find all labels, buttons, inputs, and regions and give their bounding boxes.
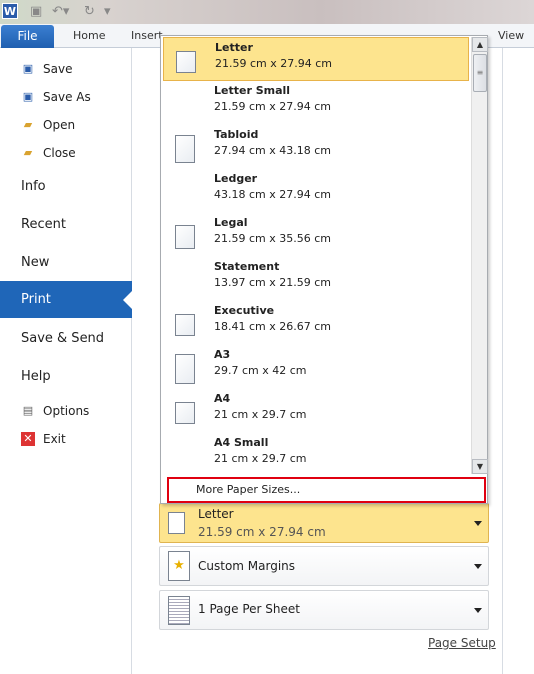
paper-name: A3 — [214, 348, 231, 361]
paper-dims: 21.59 cm x 35.56 cm — [214, 232, 332, 245]
paper-dims: 21 cm x 29.7 cm — [214, 452, 307, 465]
pages-per-sheet-dropdown[interactable]: 1 Page Per Sheet — [159, 590, 489, 630]
paper-size-item[interactable]: A4 21 cm x 29.7 cm — [163, 389, 469, 433]
page-icon — [175, 354, 195, 384]
sidebar-item-options[interactable]: ▤ Options — [0, 402, 132, 420]
margins-label: Custom Margins — [198, 559, 296, 573]
paper-name: A4 Small — [214, 436, 269, 449]
paper-dims: 43.18 cm x 27.94 cm — [214, 188, 332, 201]
scroll-up-icon[interactable]: ▲ — [472, 37, 488, 52]
paper-name: Executive — [214, 304, 275, 317]
label: Save — [43, 62, 73, 76]
paper-size-dropdown[interactable]: Letter 21.59 cm x 27.94 cm — [159, 503, 489, 543]
scroll-down-icon[interactable]: ▼ — [472, 459, 488, 474]
chevron-down-icon — [474, 521, 482, 530]
customize-toolbar-icon[interactable]: ▾ — [104, 4, 111, 19]
paper-name: Letter — [198, 507, 234, 521]
paper-name: Tabloid — [214, 128, 259, 141]
paper-size-item[interactable]: Letter Small 21.59 cm x 27.94 cm — [163, 81, 469, 125]
label: Options — [43, 404, 90, 418]
page-icon — [176, 51, 196, 73]
sidebar-item-save-as[interactable]: ▣ Save As — [0, 88, 132, 106]
sidebar-item-exit[interactable]: ✕ Exit — [0, 430, 132, 448]
redo-icon[interactable]: ↻ — [84, 4, 95, 19]
backstage-sidebar: ▣ Save ▣ Save As ▰ Open ▰ Close Info Recent … — [0, 48, 132, 674]
paper-dims: 27.94 cm x 43.18 cm — [214, 144, 332, 157]
sidebar-item-open[interactable]: ▰ Open — [0, 116, 132, 134]
paper-dims: 21.59 cm x 27.94 cm — [215, 57, 333, 70]
paper-size-item[interactable]: A3 29.7 cm x 42 cm — [163, 345, 469, 389]
sidebar-item-new[interactable]: New — [0, 251, 132, 273]
page-icon — [175, 402, 195, 424]
page-icon — [175, 314, 195, 336]
save-as-icon: ▣ — [22, 90, 34, 103]
tab-home[interactable]: Home — [73, 29, 105, 42]
chevron-down-icon — [474, 564, 482, 573]
sidebar-item-close[interactable]: ▰ Close — [0, 144, 132, 162]
word-logo-icon: W — [2, 3, 18, 19]
more-paper-sizes-button[interactable]: More Paper Sizes... — [167, 477, 486, 503]
sidebar-item-save-send[interactable]: Save & Send — [0, 327, 132, 349]
label: Close — [43, 146, 76, 160]
paper-dims: 21.59 cm x 27.94 cm — [214, 100, 332, 113]
paper-name: A4 — [214, 392, 231, 405]
close-folder-icon: ▰ — [23, 146, 33, 159]
divider — [502, 48, 503, 674]
margins-star-icon: ★ — [168, 551, 190, 581]
paper-size-item[interactable]: Executive 18.41 cm x 26.67 cm — [163, 301, 469, 345]
paper-dims: 29.7 cm x 42 cm — [214, 364, 307, 377]
paper-name: Ledger — [214, 172, 258, 185]
page-icon — [175, 225, 195, 249]
save-icon[interactable]: ▣ — [30, 4, 42, 19]
sidebar-item-info[interactable]: Info — [0, 175, 132, 197]
undo-icon[interactable]: ↶▾ — [52, 4, 69, 19]
scrollbar[interactable]: ▲ ≡ ▼ — [471, 37, 488, 474]
margins-dropdown[interactable]: ★ Custom Margins — [159, 546, 489, 586]
exit-icon: ✕ — [21, 432, 35, 446]
chevron-down-icon — [474, 608, 482, 617]
tab-insert[interactable]: Insert — [131, 29, 163, 42]
open-folder-icon: ▰ — [23, 118, 33, 131]
quick-access-toolbar: W ▣ ↶▾ ↻ ▾ — [0, 0, 534, 24]
paper-name: Letter Small — [214, 84, 291, 97]
save-icon: ▣ — [22, 62, 34, 75]
page-setup-link[interactable]: Page Setup — [428, 636, 496, 650]
paper-dims: 13.97 cm x 21.59 cm — [214, 276, 332, 289]
sidebar-item-recent[interactable]: Recent — [0, 213, 132, 235]
paper-size-item[interactable]: Letter 21.59 cm x 27.94 cm — [163, 37, 469, 81]
sidebar-item-save[interactable]: ▣ Save — [0, 60, 132, 78]
paper-size-item[interactable]: Statement 13.97 cm x 21.59 cm — [163, 257, 469, 301]
paper-size-menu: Letter 21.59 cm x 27.94 cm Letter Small 21.… — [160, 35, 488, 504]
sidebar-item-print[interactable]: Print — [0, 281, 132, 318]
paper-size-item[interactable]: A4 Small 21 cm x 29.7 cm — [163, 433, 469, 477]
label: Open — [43, 118, 76, 132]
sidebar-item-help[interactable]: Help — [0, 365, 132, 387]
tab-file[interactable]: File — [1, 25, 54, 48]
label: Exit — [43, 432, 66, 446]
paper-name: Legal — [214, 216, 248, 229]
pages-per-sheet-label: 1 Page Per Sheet — [198, 602, 300, 616]
paper-dims: 18.41 cm x 26.67 cm — [214, 320, 332, 333]
scroll-thumb[interactable]: ≡ — [473, 54, 487, 92]
label: Save As — [43, 90, 91, 104]
options-icon: ▤ — [22, 404, 34, 417]
paper-dims: 21.59 cm x 27.94 cm — [198, 525, 326, 539]
paper-size-item[interactable]: Tabloid 27.94 cm x 43.18 cm — [163, 125, 469, 169]
page-lines-icon — [168, 596, 190, 625]
paper-size-item[interactable]: Legal 21.59 cm x 35.56 cm — [163, 213, 469, 257]
paper-name: Statement — [214, 260, 280, 273]
page-icon — [168, 512, 185, 534]
page-icon — [175, 135, 195, 163]
paper-dims: 21 cm x 29.7 cm — [214, 408, 307, 421]
paper-size-item[interactable]: Ledger 43.18 cm x 27.94 cm — [163, 169, 469, 213]
paper-name: Letter — [215, 41, 253, 54]
tab-view[interactable]: View — [498, 29, 524, 42]
